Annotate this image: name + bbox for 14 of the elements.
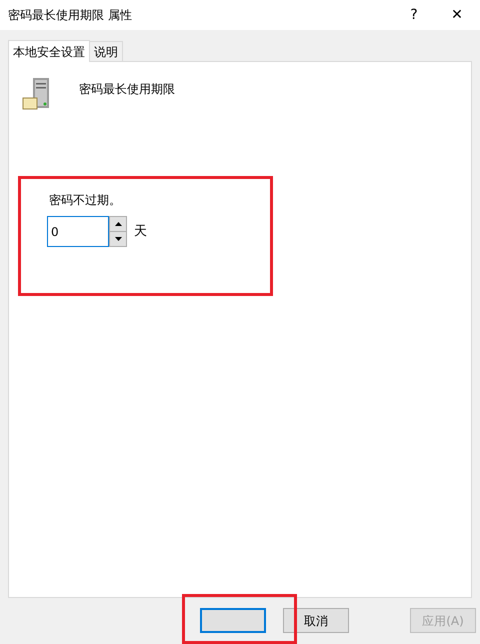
- days-input-field[interactable]: 0: [47, 216, 109, 247]
- setting-label: 密码不过期。: [49, 192, 121, 209]
- down-arrow-icon: [114, 237, 122, 241]
- tab[interactable]: 说明: [90, 41, 123, 61]
- up-arrow-icon: [114, 222, 122, 226]
- cancel-button[interactable]: 取消: [283, 608, 349, 633]
- close-button[interactable]: ✕: [434, 0, 480, 30]
- unit-label: 天: [134, 222, 147, 241]
- spin-button[interactable]: [109, 216, 127, 247]
- window-title: 密码最长使用期限 属性: [8, 7, 132, 24]
- ok-button[interactable]: [200, 608, 266, 633]
- help-button[interactable]: ?: [394, 0, 434, 30]
- tab[interactable]: 本地安全设置: [8, 40, 90, 62]
- policy-name: 密码最长使用期限: [79, 81, 175, 98]
